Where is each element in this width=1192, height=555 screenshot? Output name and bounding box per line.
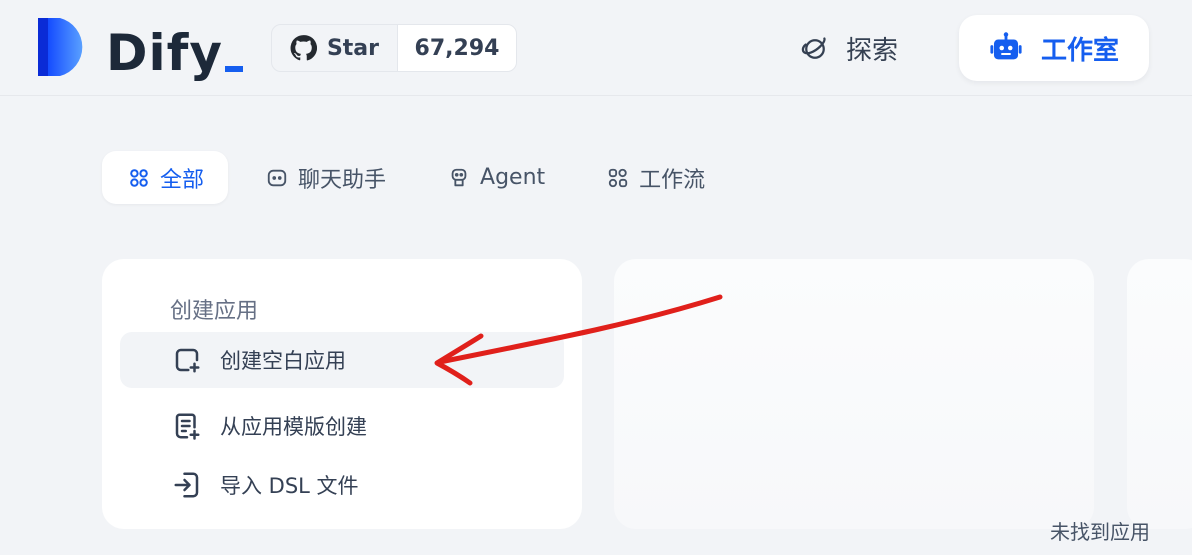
import-dsl-button[interactable]: 导入 DSL 文件 <box>120 457 564 513</box>
github-star-button[interactable]: Star 67,294 <box>271 24 517 72</box>
tab-chat-assistant-label: 聊天助手 <box>298 167 387 193</box>
tab-all-label: 全部 <box>160 167 205 193</box>
workflow-icon <box>608 168 628 187</box>
github-star-label: Star <box>326 35 379 61</box>
create-blank-app-button[interactable]: 创建空白应用 <box>120 332 564 388</box>
empty-state-text: 未找到应用 <box>1050 520 1150 544</box>
dify-logo-mark-icon <box>38 18 83 76</box>
app-card-placeholder <box>1127 259 1192 529</box>
tab-workflow[interactable]: 工作流 <box>581 151 729 204</box>
create-from-template-button[interactable]: 从应用模版创建 <box>120 398 564 454</box>
create-blank-app-label: 创建空白应用 <box>220 349 346 373</box>
create-app-card: 创建应用 创建空白应用 从应用模版创建 导入 DSL 文件 <box>102 259 582 529</box>
logo-text: Dify <box>106 24 223 82</box>
template-icon <box>172 411 202 441</box>
agent-icon <box>451 168 467 186</box>
tab-workflow-label: 工作流 <box>639 167 706 193</box>
github-icon <box>290 35 317 61</box>
create-from-template-label: 从应用模版创建 <box>220 415 367 439</box>
nav-studio[interactable]: 工作室 <box>959 15 1149 81</box>
create-app-title: 创建应用 <box>170 299 259 324</box>
nav-studio-label: 工作室 <box>1040 35 1119 66</box>
app-type-tabs: 全部 聊天助手 Agent 工作流 <box>102 151 729 204</box>
github-star-count: 67,294 <box>398 25 516 71</box>
top-navbar: Dify Star 67,294 探索 工作室 <box>0 0 1192 96</box>
chat-bubble-icon <box>267 169 287 186</box>
tab-agent[interactable]: Agent <box>422 151 569 204</box>
import-dsl-label: 导入 DSL 文件 <box>220 474 359 498</box>
planet-icon <box>801 36 826 59</box>
robot-icon <box>990 32 1022 60</box>
tab-agent-label: Agent <box>480 165 546 190</box>
tab-all[interactable]: 全部 <box>102 151 229 204</box>
logo-underscore <box>225 66 243 72</box>
dify-logo[interactable]: Dify <box>36 16 243 78</box>
tab-chat-assistant[interactable]: 聊天助手 <box>240 151 410 204</box>
import-icon <box>172 470 202 500</box>
app-card-placeholder <box>614 259 1094 529</box>
nav-explore-label: 探索 <box>846 36 899 66</box>
file-plus-icon <box>172 345 202 375</box>
nav-explore[interactable]: 探索 <box>800 30 898 67</box>
grid-icon <box>130 168 148 187</box>
